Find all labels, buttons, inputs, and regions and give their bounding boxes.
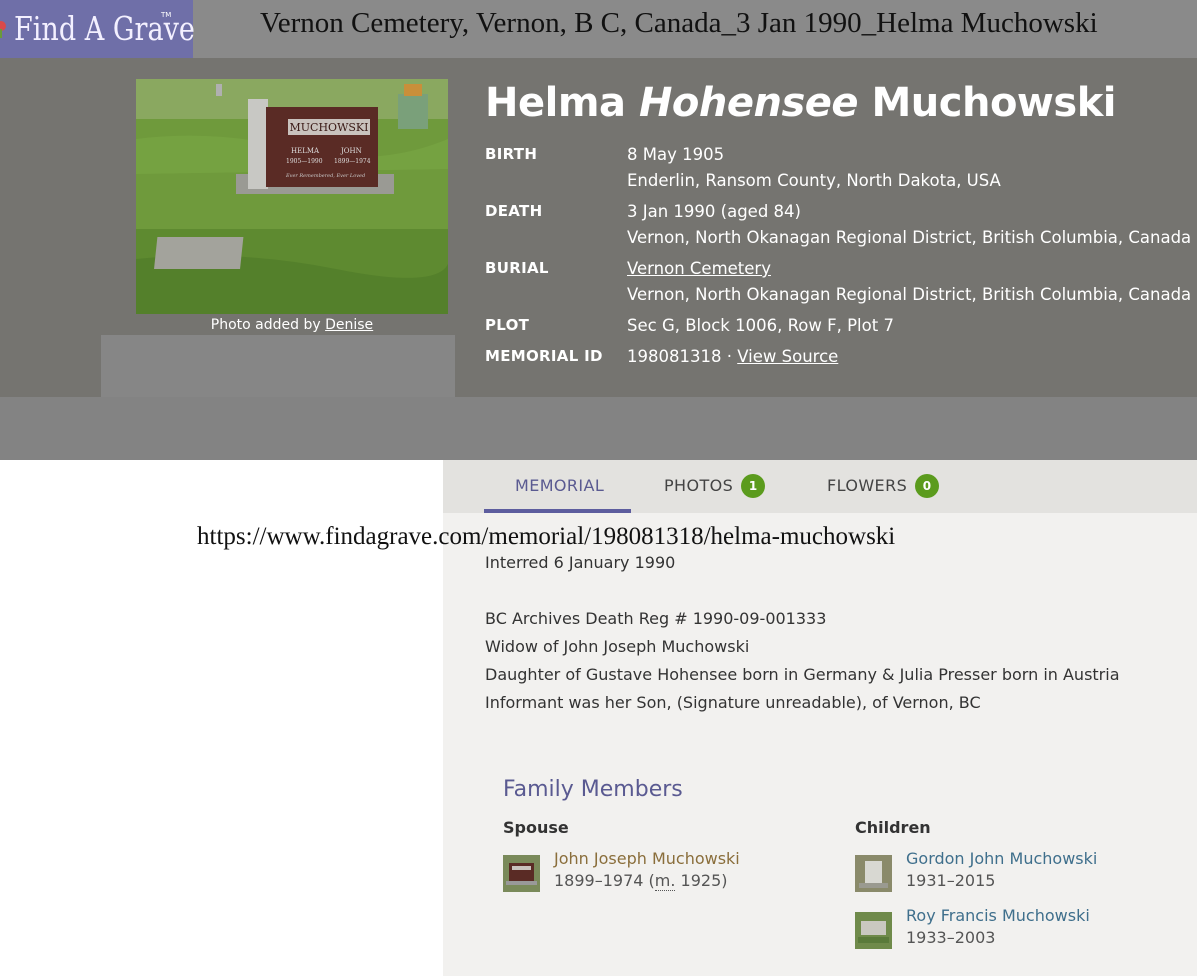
tab-memorial[interactable]: MEMORIAL [515, 460, 604, 513]
headstone-right-years: 1899—1974 [334, 158, 371, 165]
bio-line: Interred 6 January 1990 [485, 553, 676, 572]
photo-caption-prefix: Photo added by [210, 317, 326, 333]
bio-line: Informant was her Son, (Signature unread… [485, 693, 981, 712]
photo-plate [101, 335, 455, 397]
child-entry[interactable]: Gordon John Muchowski 1931–2015 [855, 849, 1155, 895]
burial-place: Vernon, North Okanagan Regional District… [627, 285, 1192, 304]
tab-flowers[interactable]: FLOWERS 0 [827, 460, 940, 513]
spouse-years: 1899–1974 (m. 1925) [554, 871, 728, 891]
cemetery-link[interactable]: Vernon Cemetery [627, 259, 771, 278]
child-years: 1933–2003 [906, 928, 996, 947]
headstone-photo[interactable]: MUCHOWSKI HELMA 1905—1990 JOHN 1899—1974… [136, 79, 448, 314]
marriage-abbr: m. [654, 871, 676, 891]
child-years: 1931–2015 [906, 871, 996, 890]
active-tab-underline [484, 509, 631, 513]
headstone-surname: MUCHOWSKI [290, 121, 369, 134]
photos-count-badge: 1 [741, 473, 766, 498]
tab-photos[interactable]: PHOTOS 1 [664, 460, 766, 513]
children-heading: Children [855, 818, 931, 837]
child-entry[interactable]: Roy Francis Muchowski 1933–2003 [855, 906, 1155, 952]
spouse-thumbnail[interactable] [503, 855, 540, 892]
memorial-id-label: MEMORIAL ID [485, 347, 603, 365]
death-date: 3 Jan 1990 (aged 84) [627, 202, 801, 221]
headstone-photo-image: MUCHOWSKI HELMA 1905—1990 JOHN 1899—1974… [136, 79, 448, 314]
find-a-grave-logo[interactable]: Find A Grave TM [0, 0, 195, 58]
url-overlay: https://www.findagrave.com/memorial/1980… [197, 523, 896, 550]
flower-icon [0, 21, 6, 38]
burial-label: BURIAL [485, 259, 549, 277]
trademark-mark: TM [161, 11, 172, 19]
first-name: Helma [485, 80, 626, 126]
spouse-heading: Spouse [503, 818, 569, 837]
spouse-lifespan: 1899–1974 ( [554, 871, 655, 890]
memorial-id-value: 198081318 · [627, 347, 738, 366]
maiden-name: Hohensee [638, 80, 859, 126]
headstone-left-years: 1905—1990 [286, 158, 323, 165]
memorial-tabs: MEMORIAL PHOTOS 1 FLOWERS 0 [443, 460, 1197, 513]
photo-caption: Photo added by Denise [136, 317, 448, 333]
memorial-name: Helma Hohensee Muchowski [485, 80, 1117, 126]
flowers-count-badge: 0 [915, 473, 940, 498]
plot-value: Sec G, Block 1006, Row F, Plot 7 [627, 316, 894, 335]
child-name-link[interactable]: Roy Francis Muchowski [906, 906, 1090, 925]
headstone-right-name: JOHN [340, 147, 362, 155]
spouse-name-link[interactable]: John Joseph Muchowski [554, 849, 740, 868]
headstone-motto: Ever Remembered, Ever Loved [285, 173, 365, 179]
view-source-link[interactable]: View Source [737, 347, 838, 366]
death-label: DEATH [485, 202, 543, 220]
death-place: Vernon, North Okanagan Regional District… [627, 228, 1192, 247]
headstone-left-name: HELMA [291, 147, 320, 155]
plot-label: PLOT [485, 316, 530, 334]
birth-label: BIRTH [485, 145, 538, 163]
spouse-entry[interactable]: John Joseph Muchowski 1899–1974 (m. 1925… [503, 849, 803, 895]
photo-contributor-link[interactable]: Denise [325, 317, 373, 333]
tab-flowers-label: FLOWERS [827, 476, 908, 495]
marriage-year: 1925) [675, 871, 728, 890]
tab-photos-label: PHOTOS [664, 476, 734, 495]
child-name-link[interactable]: Gordon John Muchowski [906, 849, 1097, 868]
child-thumbnail[interactable] [855, 912, 892, 949]
birth-place: Enderlin, Ransom County, North Dakota, U… [627, 171, 1001, 190]
hero-lower-band [0, 397, 1197, 460]
bio-line: Daughter of Gustave Hohensee born in Ger… [485, 665, 1120, 684]
last-name: Muchowski [871, 80, 1117, 126]
bio-line: BC Archives Death Reg # 1990-09-001333 [485, 609, 827, 628]
document-title: Vernon Cemetery, Vernon, B C, Canada_3 J… [260, 7, 1098, 39]
birth-date: 8 May 1905 [627, 145, 725, 164]
bio-line: Widow of John Joseph Muchowski [485, 637, 750, 656]
child-thumbnail[interactable] [855, 855, 892, 892]
family-members-title: Family Members [503, 777, 683, 802]
